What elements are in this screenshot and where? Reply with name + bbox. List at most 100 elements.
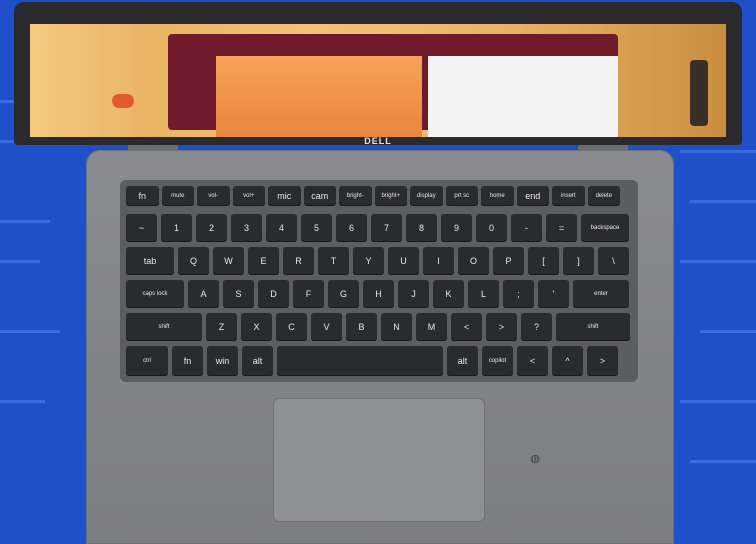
key-number_row-10[interactable]: 0 [476, 214, 507, 242]
key-label: mute [171, 193, 185, 199]
key-shift_row-0[interactable]: shift [126, 313, 202, 341]
key-label: T [330, 256, 337, 266]
key-home_row-5[interactable]: G [328, 280, 359, 308]
key-qwerty_row-4[interactable]: R [283, 247, 314, 275]
key-qwerty_row-13[interactable]: \ [598, 247, 629, 275]
key-label: 9 [453, 223, 459, 233]
key-qwerty_row-5[interactable]: T [318, 247, 349, 275]
key-label: C [288, 322, 295, 332]
key-number_row-4[interactable]: 4 [266, 214, 297, 242]
key-shift_row-4[interactable]: V [311, 313, 342, 341]
key-home_row-2[interactable]: S [223, 280, 254, 308]
key-function_row-8[interactable]: display [410, 186, 443, 206]
key-bottom_row-7[interactable]: < [517, 346, 548, 376]
key-label: mic [277, 191, 292, 201]
key-qwerty_row-3[interactable]: E [248, 247, 279, 275]
key-home_row-12[interactable]: enter [573, 280, 629, 308]
key-function_row-1[interactable]: mute [161, 186, 194, 206]
key-shift_row-7[interactable]: M [416, 313, 447, 341]
key-shift_row-5[interactable]: B [346, 313, 377, 341]
key-qwerty_row-10[interactable]: P [493, 247, 524, 275]
key-shift_row-3[interactable]: C [276, 313, 307, 341]
key-qwerty_row-1[interactable]: Q [178, 247, 209, 275]
key-function_row-4[interactable]: mic [268, 186, 301, 206]
key-number_row-7[interactable]: 7 [371, 214, 402, 242]
key-bottom_row-3[interactable]: alt [242, 346, 273, 376]
key-number_row-1[interactable]: 1 [161, 214, 192, 242]
key-qwerty_row-0[interactable]: tab [126, 247, 174, 275]
key-function_row-9[interactable]: prt sc [445, 186, 478, 206]
key-shift_row-8[interactable]: < [451, 313, 482, 341]
key-label: alt [252, 356, 263, 366]
key-label: bright+ [381, 193, 400, 199]
key-label: 5 [313, 223, 319, 233]
key-bottom_row-5[interactable]: alt [447, 346, 478, 376]
key-label: shift [587, 324, 599, 330]
key-bottom_row-1[interactable]: fn [172, 346, 203, 376]
key-home_row-8[interactable]: K [433, 280, 464, 308]
key-number_row-13[interactable]: backspace [581, 214, 629, 242]
laptop-screen [30, 24, 726, 137]
key-bottom_row-9[interactable]: > [587, 346, 618, 376]
key-number_row-11[interactable]: - [511, 214, 542, 242]
key-label: R [295, 256, 302, 266]
touchpad[interactable] [273, 398, 485, 522]
key-qwerty_row-9[interactable]: O [458, 247, 489, 275]
key-label: U [400, 256, 407, 266]
key-function_row-10[interactable]: home [481, 186, 514, 206]
key-home_row-3[interactable]: D [258, 280, 289, 308]
key-label: copilot [488, 358, 507, 364]
key-label: > [599, 356, 606, 366]
key-function_row-5[interactable]: cam [303, 186, 336, 206]
key-number_row-8[interactable]: 8 [406, 214, 437, 242]
key-number_row-5[interactable]: 5 [301, 214, 332, 242]
key-label: W [224, 256, 233, 266]
key-home_row-1[interactable]: A [188, 280, 219, 308]
key-home_row-10[interactable]: ; [503, 280, 534, 308]
key-function_row-6[interactable]: bright- [339, 186, 372, 206]
key-qwerty_row-6[interactable]: Y [353, 247, 384, 275]
key-function_row-12[interactable]: insert [552, 186, 585, 206]
key-label: 3 [243, 223, 249, 233]
key-qwerty_row-8[interactable]: I [423, 247, 454, 275]
key-number_row-0[interactable]: ~ [126, 214, 157, 242]
key-bottom_row-8[interactable]: ^ [552, 346, 583, 376]
key-qwerty_row-12[interactable]: ] [563, 247, 594, 275]
key-shift_row-10[interactable]: ? [521, 313, 552, 341]
key-function_row-11[interactable]: end [516, 186, 549, 206]
key-shift_row-9[interactable]: > [486, 313, 517, 341]
key-label: 6 [348, 223, 354, 233]
key-bottom_row-0[interactable]: ctrl [126, 346, 168, 376]
key-home_row-0[interactable]: caps lock [126, 280, 184, 308]
key-bottom_row-2[interactable]: win [207, 346, 238, 376]
key-home_row-4[interactable]: F [293, 280, 324, 308]
key-shift_row-11[interactable]: shift [556, 313, 630, 341]
key-home_row-11[interactable]: ' [538, 280, 569, 308]
key-function_row-3[interactable]: vol+ [232, 186, 265, 206]
key-label: ; [517, 289, 520, 299]
key-qwerty_row-7[interactable]: U [388, 247, 419, 275]
key-number_row-2[interactable]: 2 [196, 214, 227, 242]
key-number_row-6[interactable]: 6 [336, 214, 367, 242]
key-bottom_row-4[interactable] [277, 346, 443, 376]
key-home_row-7[interactable]: J [398, 280, 429, 308]
key-bottom_row-6[interactable]: copilot [482, 346, 513, 376]
key-qwerty_row-2[interactable]: W [213, 247, 244, 275]
key-number_row-3[interactable]: 3 [231, 214, 262, 242]
key-home_row-9[interactable]: L [468, 280, 499, 308]
key-label: B [358, 322, 365, 332]
key-label: cam [311, 191, 329, 201]
key-function_row-7[interactable]: bright+ [374, 186, 407, 206]
key-label: prt sc [454, 193, 470, 199]
key-home_row-6[interactable]: H [363, 280, 394, 308]
key-number_row-12[interactable]: = [546, 214, 577, 242]
key-label: shift [158, 324, 170, 330]
key-function_row-0[interactable]: fn [126, 186, 159, 206]
key-shift_row-1[interactable]: Z [206, 313, 237, 341]
key-shift_row-6[interactable]: N [381, 313, 412, 341]
key-qwerty_row-11[interactable]: [ [528, 247, 559, 275]
key-function_row-2[interactable]: vol- [197, 186, 230, 206]
key-function_row-13[interactable]: delete [587, 186, 620, 206]
key-shift_row-2[interactable]: X [241, 313, 272, 341]
key-number_row-9[interactable]: 9 [441, 214, 472, 242]
